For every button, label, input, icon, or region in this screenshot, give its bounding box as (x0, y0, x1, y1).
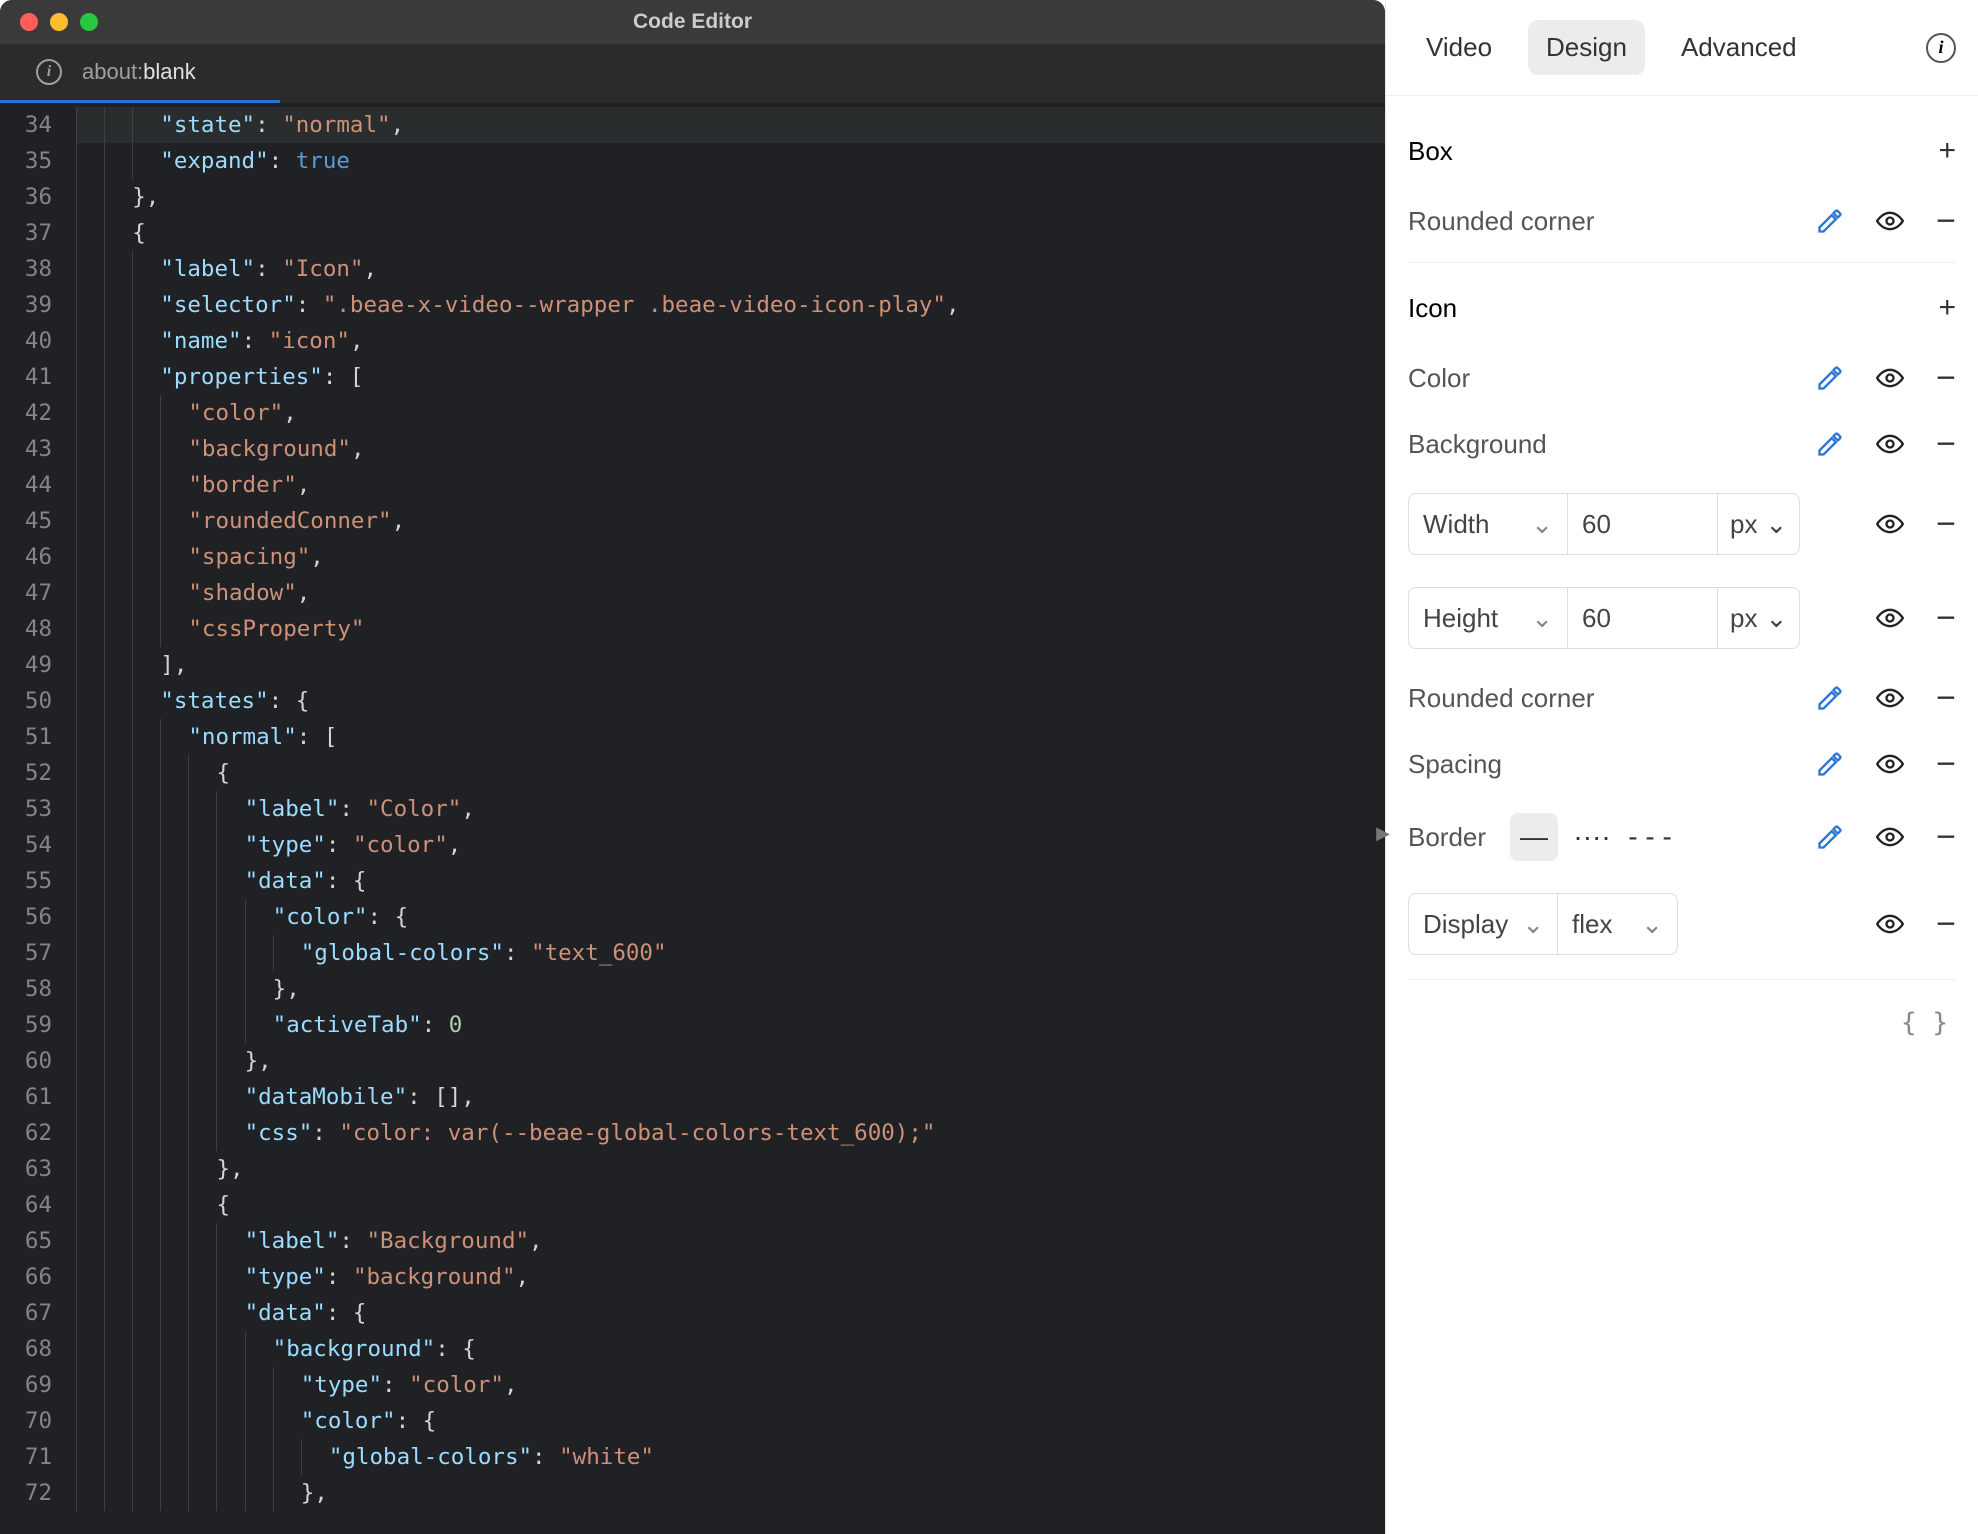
remove-icon[interactable]: − (1936, 507, 1956, 541)
edit-icon[interactable] (1816, 823, 1844, 851)
tab-video[interactable]: Video (1408, 20, 1510, 75)
visibility-icon[interactable] (1876, 823, 1904, 851)
window-title: Code Editor (633, 10, 752, 34)
prop-height: Height⌄ 60 px⌄ − (1408, 571, 1956, 665)
section-title: Icon (1408, 293, 1457, 324)
remove-icon[interactable]: − (1936, 601, 1956, 635)
section-box[interactable]: Box + (1408, 114, 1956, 188)
visibility-icon[interactable] (1876, 910, 1904, 938)
chevron-down-icon: ⌄ (1531, 603, 1553, 634)
window-close-button[interactable] (20, 13, 38, 31)
editor-pane: Code Editor i about:blank 34353637383940… (0, 0, 1385, 1534)
site-info-icon[interactable]: i (36, 59, 62, 85)
visibility-icon[interactable] (1876, 604, 1904, 632)
visibility-icon[interactable] (1876, 684, 1904, 712)
border-style-solid[interactable]: — (1510, 813, 1558, 861)
prop-width: Width⌄ 60 px⌄ − (1408, 477, 1956, 571)
prop-color: Color − (1408, 345, 1956, 411)
add-icon[interactable]: + (1938, 134, 1956, 168)
divider (1408, 979, 1956, 980)
height-value-input[interactable]: 60 (1568, 587, 1718, 649)
chevron-down-icon: ⌄ (1531, 509, 1553, 540)
visibility-icon[interactable] (1876, 364, 1904, 392)
prop-background: Background − (1408, 411, 1956, 477)
remove-icon[interactable]: − (1936, 427, 1956, 461)
border-style-dotted[interactable]: ···· (1568, 813, 1616, 861)
prop-display: Display⌄ flex⌄ − (1408, 877, 1956, 971)
visibility-icon[interactable] (1876, 207, 1904, 235)
visibility-icon[interactable] (1876, 510, 1904, 538)
prop-rounded-corner-icon: Rounded corner − (1408, 665, 1956, 731)
visibility-icon[interactable] (1876, 430, 1904, 458)
remove-icon[interactable]: − (1936, 204, 1956, 238)
line-number-gutter: 3435363738394041424344454647484950515253… (0, 103, 76, 1534)
section-title: Box (1408, 136, 1453, 167)
display-value-select[interactable]: flex⌄ (1558, 893, 1678, 955)
section-icon[interactable]: Icon + (1408, 271, 1956, 345)
remove-icon[interactable]: − (1936, 361, 1956, 395)
info-icon[interactable]: i (1926, 33, 1956, 63)
edit-icon[interactable] (1816, 750, 1844, 778)
edit-icon[interactable] (1816, 430, 1844, 458)
code-content[interactable]: "state": "normal", "expand": true }, { "… (76, 103, 1385, 1534)
window-maximize-button[interactable] (80, 13, 98, 31)
chevron-down-icon: ⌄ (1765, 603, 1787, 634)
tab-advanced[interactable]: Advanced (1663, 20, 1815, 75)
custom-css-button[interactable]: { } (1408, 988, 1956, 1038)
tab-design[interactable]: Design (1528, 20, 1645, 75)
properties-panel: Video Design Advanced i Box + Rounded co… (1385, 0, 1978, 1534)
prop-border: Border — ···· - - - − (1408, 797, 1956, 877)
window-minimize-button[interactable] (50, 13, 68, 31)
chevron-down-icon: ⌄ (1765, 509, 1787, 540)
edit-icon[interactable] (1816, 207, 1844, 235)
remove-icon[interactable]: − (1936, 820, 1956, 854)
add-icon[interactable]: + (1938, 291, 1956, 325)
address-bar[interactable]: i about:blank (0, 44, 1385, 100)
width-property-select[interactable]: Width⌄ (1408, 493, 1568, 555)
display-property-select[interactable]: Display⌄ (1408, 893, 1558, 955)
height-property-select[interactable]: Height⌄ (1408, 587, 1568, 649)
code-editor[interactable]: 3435363738394041424344454647484950515253… (0, 103, 1385, 1534)
window-titlebar: Code Editor (0, 0, 1385, 44)
width-unit-select[interactable]: px⌄ (1718, 493, 1800, 555)
border-style-dashed[interactable]: - - - (1626, 813, 1674, 861)
width-value-input[interactable]: 60 (1568, 493, 1718, 555)
remove-icon[interactable]: − (1936, 747, 1956, 781)
edit-icon[interactable] (1816, 364, 1844, 392)
panel-collapse-handle[interactable]: ▶ (1376, 815, 1390, 851)
chevron-down-icon: ⌄ (1641, 909, 1663, 940)
prop-spacing: Spacing − (1408, 731, 1956, 797)
divider (1408, 262, 1956, 263)
visibility-icon[interactable] (1876, 750, 1904, 778)
chevron-down-icon: ⌄ (1522, 909, 1544, 940)
remove-icon[interactable]: − (1936, 907, 1956, 941)
edit-icon[interactable] (1816, 684, 1844, 712)
address-text: about:blank (82, 59, 196, 85)
remove-icon[interactable]: − (1936, 681, 1956, 715)
height-unit-select[interactable]: px⌄ (1718, 587, 1800, 649)
panel-tabs: Video Design Advanced i (1386, 0, 1978, 96)
prop-rounded-corner: Rounded corner − (1408, 188, 1956, 254)
